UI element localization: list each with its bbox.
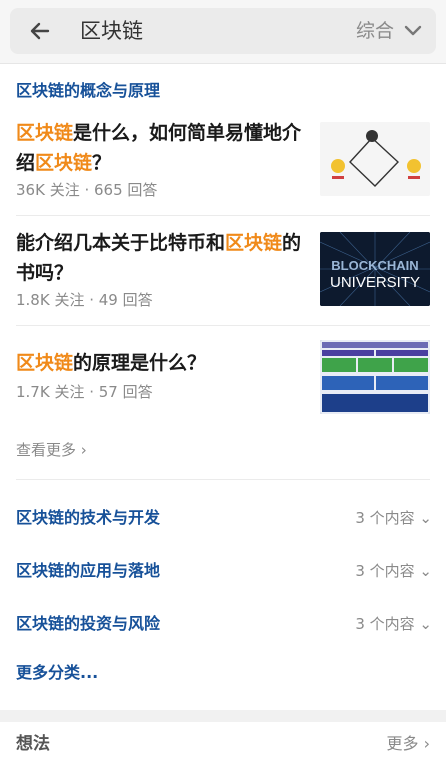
highlight-term: 区块链: [16, 122, 74, 144]
question-thumbnail: [320, 340, 430, 414]
category-row[interactable]: 区块链的投资与风险 3 个内容 ⌄: [0, 612, 446, 636]
divider: [16, 325, 430, 326]
highlight-term: 区块链: [35, 152, 93, 174]
sort-label: 综合: [355, 20, 394, 42]
title-text: 的原理是什么？: [73, 352, 207, 374]
category-row[interactable]: 区块链的技术与开发 3 个内容 ⌄: [0, 506, 446, 530]
question-title[interactable]: 区块链的原理是什么？: [16, 348, 306, 378]
question-item[interactable]: 区块链是什么，如何简单易懂地介绍区块链？ 36K 关注 · 665 回答: [0, 116, 446, 212]
see-more-link[interactable]: 查看更多 ›: [16, 440, 87, 460]
question-title[interactable]: 区块链是什么，如何简单易懂地介绍区块链？: [16, 118, 306, 178]
divider: [16, 479, 430, 480]
chevron-down-icon: [404, 18, 422, 44]
more-categories-link[interactable]: 更多分类...: [16, 662, 98, 684]
question-item[interactable]: 区块链的原理是什么？ 1.7K 关注 · 57 回答: [0, 336, 446, 416]
ideas-section-title: 想法: [16, 734, 50, 754]
section-gap: [0, 710, 446, 722]
question-thumbnail: [320, 122, 430, 196]
category-label[interactable]: 区块链的应用与落地: [16, 559, 160, 583]
category-count[interactable]: 3 个内容 ⌄: [355, 612, 432, 636]
search-box[interactable]: 区块链 综合: [10, 8, 436, 54]
category-label[interactable]: 区块链的投资与风险: [16, 612, 160, 636]
search-query[interactable]: 区块链: [80, 18, 143, 44]
question-title[interactable]: 能介绍几本关于比特币和区块链的书吗？: [16, 228, 306, 288]
thumb-text-1: BLOCKCHAIN: [331, 258, 418, 273]
question-meta: 36K 关注 · 665 回答: [16, 181, 158, 199]
divider: [16, 215, 430, 216]
title-text: ？: [92, 152, 112, 174]
category-count[interactable]: 3 个内容 ⌄: [355, 559, 432, 583]
top-bar: 区块链 综合: [0, 0, 446, 64]
title-text: 能介绍几本关于比特币和: [16, 232, 226, 254]
highlight-term: 区块链: [16, 352, 74, 374]
topic-title[interactable]: 区块链的概念与原理: [16, 80, 160, 102]
question-thumbnail: BLOCKCHAIN UNIVERSITY: [320, 232, 430, 306]
category-count[interactable]: 3 个内容 ⌄: [355, 506, 432, 530]
arrow-left-icon[interactable]: [28, 19, 52, 43]
ideas-more-link[interactable]: 更多 ›: [387, 732, 431, 756]
thumb-text-2: UNIVERSITY: [330, 274, 420, 291]
category-label[interactable]: 区块链的技术与开发: [16, 506, 160, 530]
category-row[interactable]: 区块链的应用与落地 3 个内容 ⌄: [0, 559, 446, 583]
question-meta: 1.7K 关注 · 57 回答: [16, 383, 153, 401]
question-item[interactable]: 能介绍几本关于比特币和区块链的书吗？ 1.8K 关注 · 49 回答 BLOCK…: [0, 226, 446, 322]
question-meta: 1.8K 关注 · 49 回答: [16, 291, 153, 309]
sort-dropdown[interactable]: 综合: [356, 18, 422, 44]
highlight-term: 区块链: [225, 232, 283, 254]
